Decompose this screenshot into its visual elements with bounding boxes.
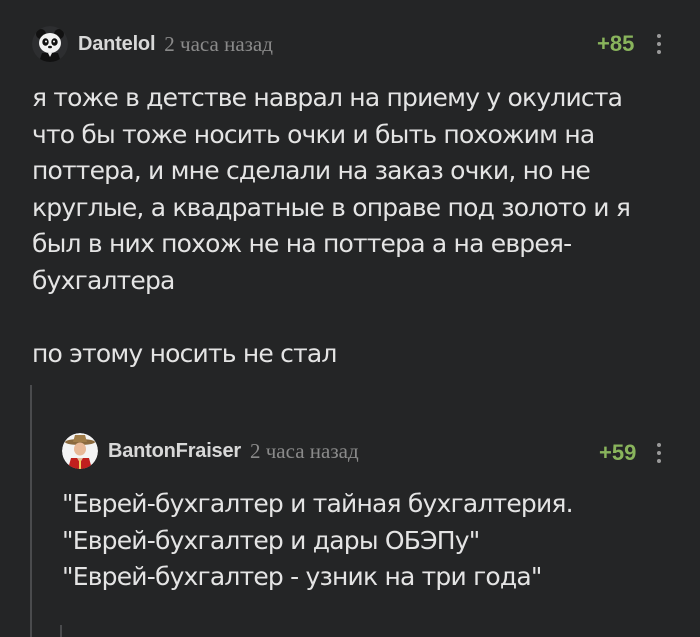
comment-line: я тоже в детстве наврал на приему у окул…: [32, 83, 623, 112]
comment-line: что бы тоже носить очки и быть похожим н…: [32, 119, 595, 149]
reply-menu-icon[interactable]: [654, 441, 664, 465]
reply-line: "Еврей-бухгалтер и тайная бухгалтерия.: [62, 489, 574, 518]
comment-author[interactable]: Dantelol: [78, 33, 155, 56]
comment-menu-icon[interactable]: [654, 32, 664, 56]
reply-body: "Еврей-бухгалтер и тайная бухгалтерия. "…: [62, 486, 574, 596]
comment-body: я тоже в детстве наврал на приему у окул…: [32, 80, 631, 372]
mountie-avatar-icon[interactable]: [62, 433, 98, 469]
reply-rating: +59: [599, 440, 637, 465]
comment-line: по этому носить не стал: [32, 338, 337, 368]
reply-author[interactable]: BantonFraiser: [108, 440, 241, 463]
reply-line: "Еврей-бухгалтер - узник на три года": [62, 562, 542, 591]
reply-line: "Еврей-бухгалтер и дары ОБЭПу": [62, 525, 480, 555]
comment-line: [32, 299, 630, 336]
reply-branch-line[interactable]: [30, 385, 32, 637]
comment-rating: +85: [597, 31, 635, 56]
panda-avatar-icon[interactable]: [32, 26, 68, 62]
comment-line: поттера, и мне сделали на заказ очки, но…: [32, 156, 591, 185]
comment-line: круглые, а квадратные в оправе под золот…: [32, 192, 631, 222]
comment-thread: Dantelol 2 часа назад +85 я тоже в детст…: [0, 0, 700, 637]
nested-branch-line[interactable]: [60, 625, 62, 637]
comment-line: был в них похож не на поттера а на еврея…: [32, 229, 572, 258]
reply-header: BantonFraiser 2 часа назад: [62, 433, 359, 469]
comment-time: 2 часа назад: [164, 31, 273, 56]
comment-header: Dantelol 2 часа назад: [32, 26, 273, 62]
reply-time: 2 часа назад: [250, 438, 359, 463]
comment-line: бухгалтера: [32, 265, 175, 295]
